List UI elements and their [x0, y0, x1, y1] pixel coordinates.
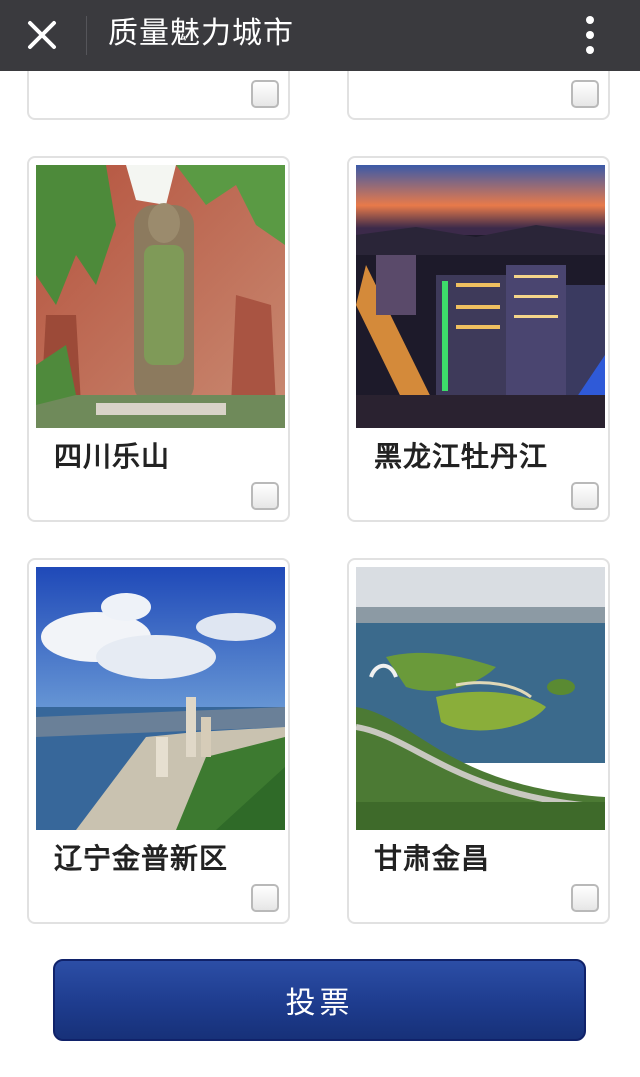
vote-checkbox[interactable]: [251, 80, 279, 108]
vote-list: 四川乐山 黑龙江牡丹江 辽宁金普新区 甘肃金昌 投票: [0, 0, 640, 1077]
vote-checkbox[interactable]: [251, 482, 279, 510]
city-card: 四川乐山: [27, 156, 290, 522]
page-title: 质量魅力城市: [108, 16, 294, 51]
city-photo: [356, 567, 605, 830]
city-photo: [36, 165, 285, 428]
vote-checkbox[interactable]: [571, 80, 599, 108]
header-divider: [86, 16, 87, 55]
city-name: 甘肃金昌: [374, 842, 491, 875]
city-card: 甘肃金昌: [347, 558, 610, 924]
city-name: 四川乐山: [54, 440, 171, 473]
vote-checkbox[interactable]: [571, 482, 599, 510]
vote-checkbox[interactable]: [251, 884, 279, 912]
more-vertical-icon[interactable]: [570, 10, 610, 60]
close-icon[interactable]: [20, 13, 64, 57]
city-name: 辽宁金普新区: [54, 842, 229, 875]
city-card: 辽宁金普新区: [27, 558, 290, 924]
city-photo: [36, 567, 285, 830]
top-bar: 质量魅力城市: [0, 0, 640, 71]
vote-button[interactable]: 投票: [53, 959, 586, 1041]
vote-checkbox[interactable]: [571, 884, 599, 912]
city-card: 黑龙江牡丹江: [347, 156, 610, 522]
city-name: 黑龙江牡丹江: [374, 440, 549, 473]
city-photo: [356, 165, 605, 428]
